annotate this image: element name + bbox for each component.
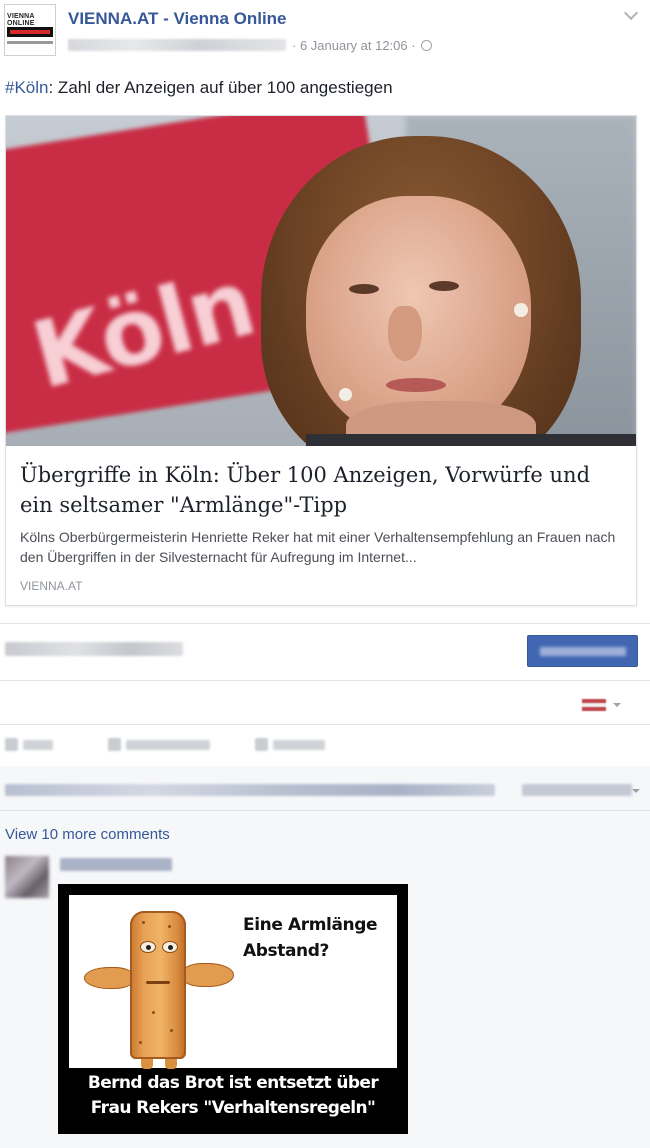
boost-post-button[interactable] — [527, 635, 638, 667]
comment-label-redacted — [126, 740, 210, 750]
chevron-down-icon[interactable] — [623, 5, 639, 21]
photo-eye-right — [429, 281, 459, 291]
bread-character — [130, 911, 186, 1059]
page-logo[interactable]: VIENNA ONLINE — [4, 4, 56, 56]
comment-image[interactable]: Eine Armlänge Abstand? Bernd das Brot is… — [58, 884, 408, 1134]
hashtag-link[interactable]: #Köln — [5, 78, 48, 97]
boost-post-label-redacted — [540, 647, 626, 656]
bread-eye-left — [140, 941, 156, 953]
logo-text: VIENNA ONLINE — [7, 13, 35, 27]
share-button[interactable] — [255, 737, 330, 753]
like-button[interactable] — [5, 737, 55, 753]
divider — [0, 623, 650, 624]
link-preview-description: Kölns Oberbürgermeisterin Henriette Reke… — [20, 529, 616, 565]
link-preview-domain: VIENNA.AT — [20, 579, 83, 593]
photo-eye-left — [349, 284, 379, 294]
photo-jacket — [306, 434, 636, 446]
caret-down-icon[interactable] — [632, 789, 640, 793]
photo-mouth — [386, 378, 446, 392]
bread-dot — [139, 1041, 142, 1044]
comment-icon — [108, 738, 121, 751]
link-preview-photo[interactable]: Köln — [6, 116, 636, 446]
globe-icon — [421, 40, 433, 51]
logo-bar — [7, 27, 53, 37]
post-meta: · 6 January at 12:06 · — [68, 38, 433, 53]
comment-button[interactable] — [108, 737, 213, 753]
bread-arm-left — [84, 967, 134, 989]
view-more-comments-link[interactable]: View 10 more comments — [5, 826, 170, 843]
language-flag-icon[interactable] — [582, 699, 606, 711]
meme-caption-line2: Frau Rekers "Verhaltensregeln" — [90, 1098, 376, 1118]
people-reached-redacted — [5, 642, 183, 656]
divider — [0, 680, 650, 681]
facebook-post: VIENNA ONLINE VIENNA.AT - Vienna Online … — [0, 0, 650, 1148]
avatar[interactable] — [5, 856, 49, 898]
divider — [0, 724, 650, 725]
meme-caption-line1: Bernd das Brot ist entsetzt über — [87, 1073, 379, 1093]
bread-dot — [152, 1011, 155, 1014]
commenter-name-redacted[interactable] — [60, 858, 172, 871]
published-by-redacted — [68, 39, 286, 51]
meme-text-line2: Abstand? — [243, 941, 329, 961]
thumbs-up-icon — [5, 738, 18, 751]
caret-down-icon[interactable] — [613, 703, 621, 707]
photo-earring-left — [339, 388, 352, 401]
comment-sort-redacted[interactable] — [522, 784, 632, 796]
meme-panel: Eine Armlänge Abstand? — [69, 895, 397, 1069]
bread-mouth — [146, 981, 170, 984]
photo-earring-right — [514, 303, 528, 317]
post-timestamp[interactable]: · 6 January at 12:06 · — [292, 38, 416, 53]
page-name-link[interactable]: VIENNA.AT - Vienna Online — [68, 9, 287, 29]
bread-dot — [168, 925, 171, 928]
share-label-redacted — [273, 740, 325, 750]
post-text-body: : Zahl der Anzeigen auf über 100 angesti… — [48, 78, 393, 97]
meme-text-line1: Eine Armlänge — [243, 915, 378, 935]
likers-list-redacted[interactable] — [5, 784, 495, 796]
bread-arm-right — [182, 963, 234, 987]
divider — [0, 810, 650, 811]
post-text: #Köln: Zahl der Anzeigen auf über 100 an… — [5, 78, 393, 98]
bread-eye-right — [162, 941, 178, 953]
link-preview-title[interactable]: Übergriffe in Köln: Über 100 Anzeigen, V… — [20, 460, 620, 520]
logo-subline — [7, 41, 53, 44]
share-icon — [255, 738, 268, 751]
like-label-redacted — [23, 740, 53, 750]
link-preview-card[interactable]: Köln Übergriffe in Köln: Über 100 Anzeig… — [5, 115, 637, 606]
photo-nose — [388, 306, 422, 361]
bread-dot — [142, 921, 145, 924]
bread-dot — [170, 1029, 173, 1032]
